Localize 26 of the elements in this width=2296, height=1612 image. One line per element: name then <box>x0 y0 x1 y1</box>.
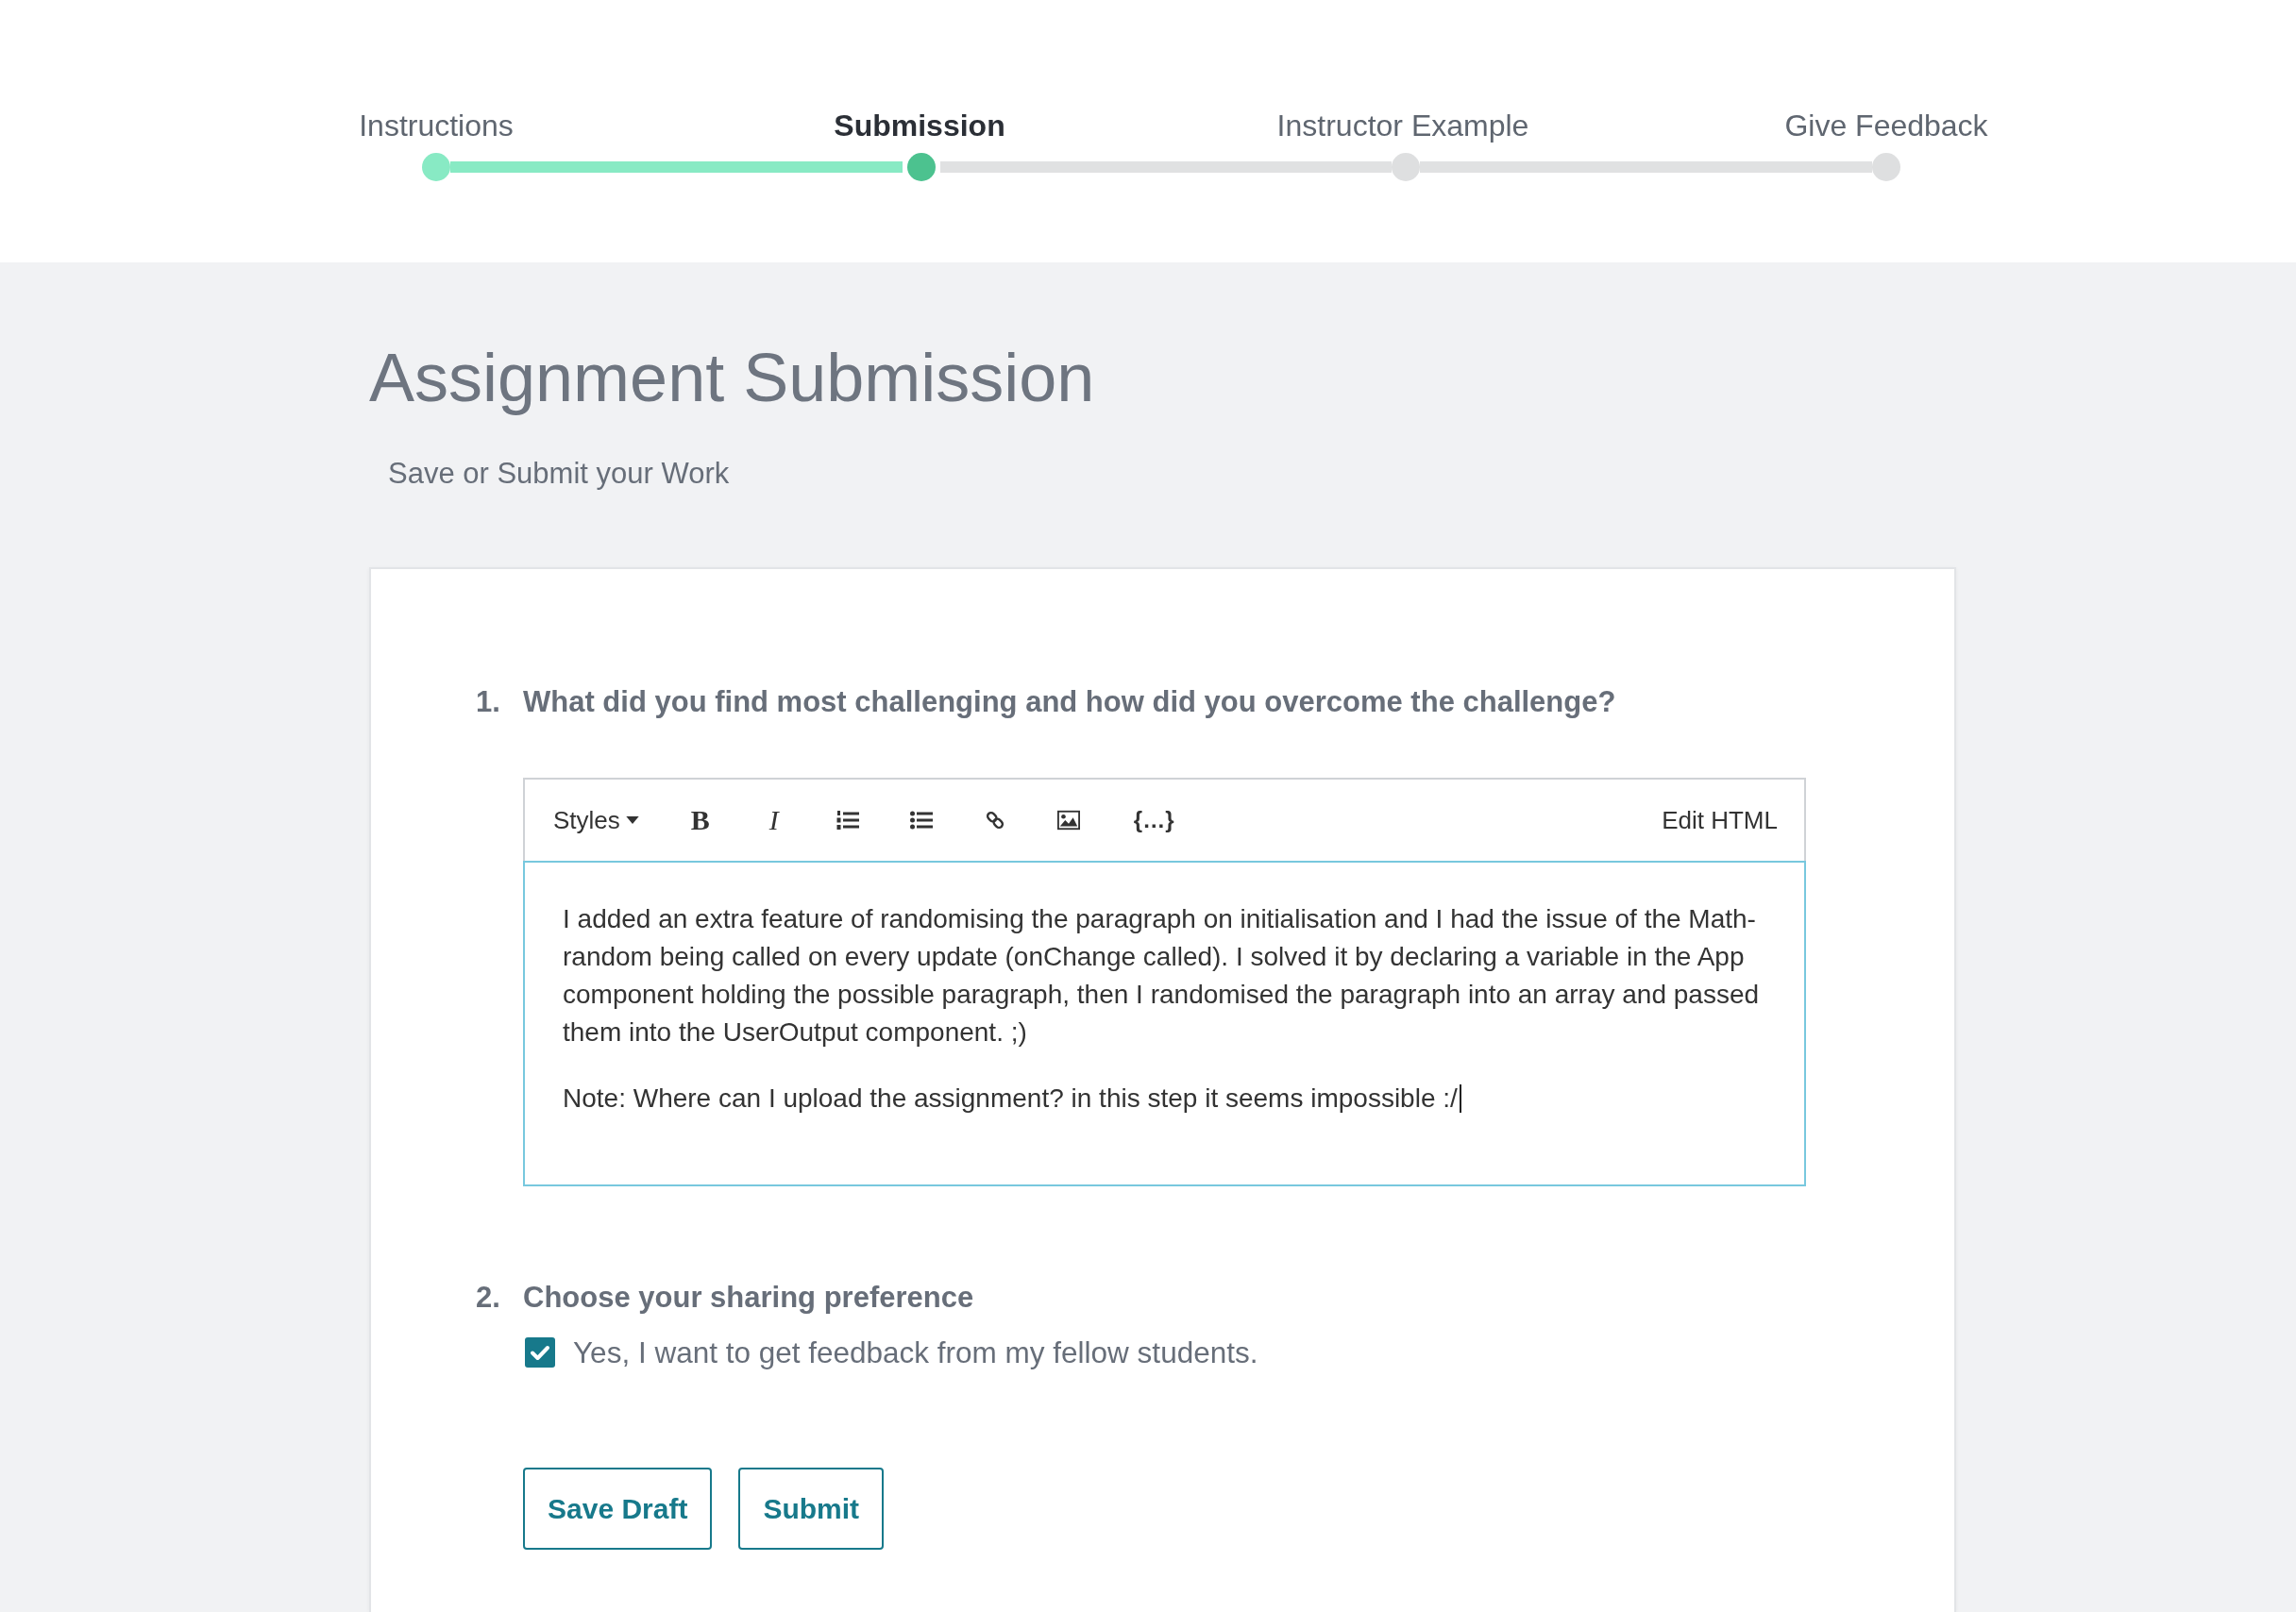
rich-text-field[interactable] <box>523 861 1806 1186</box>
page-title: Assignment Submission <box>369 339 1096 417</box>
question-text: Choose your sharing preference <box>523 1280 974 1316</box>
image-icon <box>1056 810 1080 831</box>
question-text: What did you find most challenging and how did you overcome the challenge? <box>523 684 1616 720</box>
code-button[interactable]: {…} <box>1133 801 1174 839</box>
checkbox-label[interactable]: Yes, I want to get feedback from my fellow students. <box>573 1334 1258 1371</box>
checkbox[interactable] <box>525 1337 555 1368</box>
step-label[interactable]: Instructor Example <box>1276 107 1529 144</box>
edit-html-button[interactable]: Edit HTML <box>1662 801 1778 839</box>
paragraph-text: I added an extra feature of randomising the paragraph on initialisation and I had the issue of the Math-random being called on every update (onChange called). I solved it by declaring a variable in the App component holding the possible paragraph, then I randomised the paragraph into an array and passed them into the UserOutput component. ;) <box>563 903 1761 1049</box>
step-label[interactable]: Submission <box>834 107 1005 144</box>
bold-button[interactable]: B <box>663 801 737 839</box>
italic-button[interactable]: I <box>736 801 811 839</box>
styles-dropdown[interactable]: Styles <box>553 801 639 839</box>
page-subtitle: Save or Submit your Work <box>388 456 731 492</box>
save-draft-button[interactable]: Save Draft <box>523 1468 713 1550</box>
numbered-list-icon <box>836 810 859 831</box>
bulleted-list-icon <box>909 810 933 831</box>
paragraph-text: Note: Where can I upload the assignment? in this step it seems impossible :/ <box>563 1083 1458 1115</box>
caret-down-icon <box>625 816 639 824</box>
submit-button[interactable]: Submit <box>738 1468 885 1550</box>
step-label[interactable]: Instructions <box>359 107 514 144</box>
step-label[interactable]: Give Feedback <box>1784 107 1988 144</box>
question-number: 2. <box>476 1280 501 1316</box>
question-number: 1. <box>476 684 501 720</box>
